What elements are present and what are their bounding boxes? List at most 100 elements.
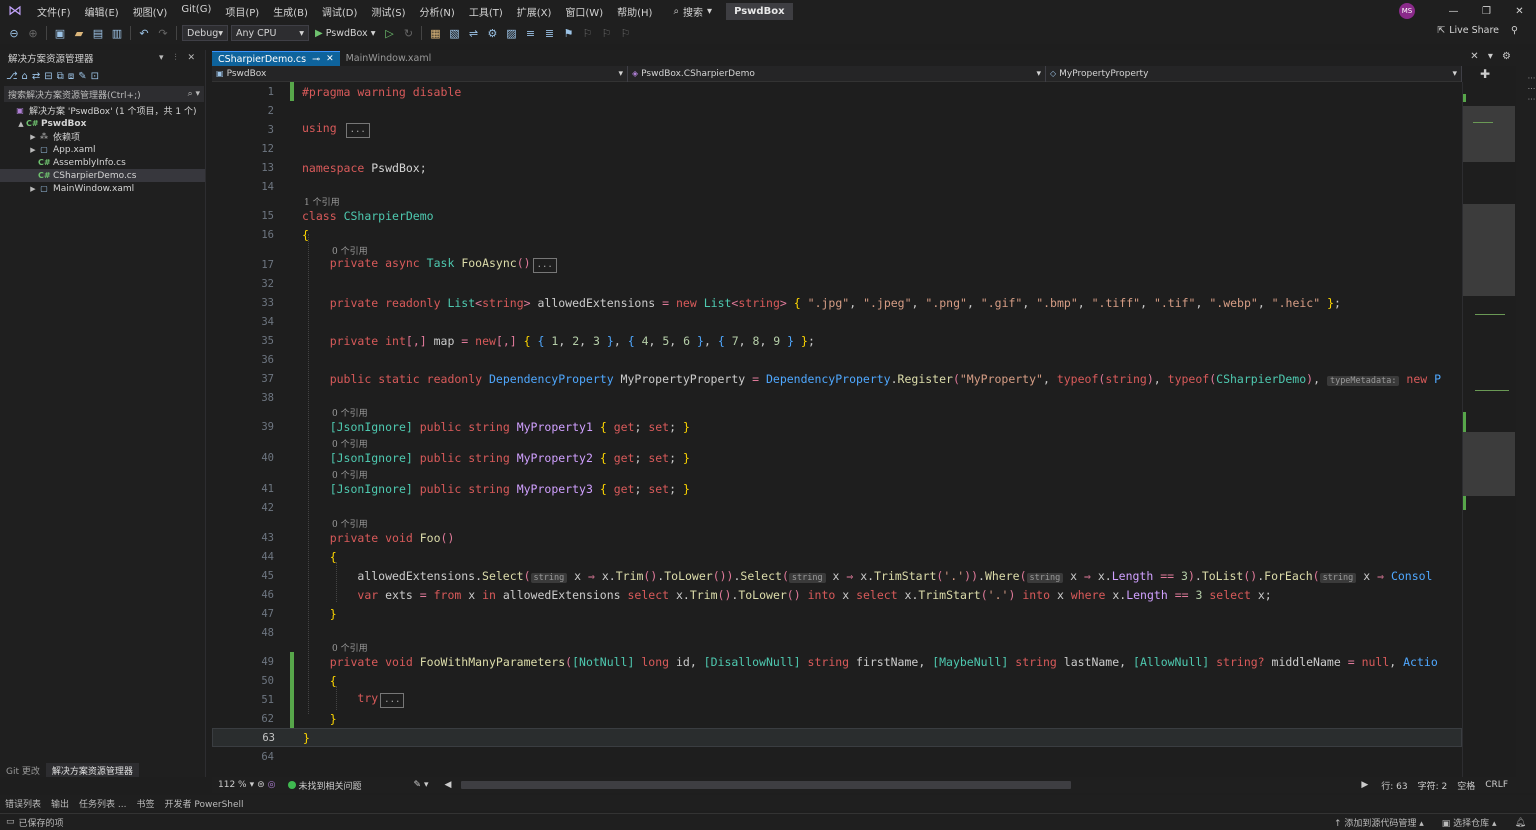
search-box[interactable]: ⌕ 搜索 ▾ xyxy=(665,4,720,19)
code-line[interactable]: 47 } xyxy=(212,604,1462,623)
tab-solution-explorer[interactable]: 解决方案资源管理器 xyxy=(45,763,139,777)
scroll-left-icon[interactable]: ◀ xyxy=(444,780,451,790)
new-project-icon[interactable]: ▣ xyxy=(52,25,68,41)
collapsed-region[interactable]: ... xyxy=(345,123,370,138)
code-line[interactable]: 45 allowedExtensions.Select(string x ⇒ x… xyxy=(212,566,1462,585)
redo-icon[interactable]: ↷ xyxy=(155,25,171,41)
undo-icon[interactable]: ↶ xyxy=(136,25,152,41)
solution-explorer-icon[interactable]: ▦ xyxy=(427,25,443,41)
code-line[interactable]: 36 xyxy=(212,350,1462,369)
code-line[interactable]: 34 xyxy=(212,312,1462,331)
split-window-icon[interactable]: ✚ xyxy=(1480,67,1490,81)
tab-task-list[interactable]: 任务列表 ... xyxy=(74,797,131,810)
zoom-dropdown[interactable]: 112 % ▾ ⊜ ◎ xyxy=(212,780,282,790)
close-icon[interactable]: ✕ xyxy=(1503,6,1536,17)
clear-bookmarks-icon[interactable]: ⚐ xyxy=(617,25,633,41)
menu-item[interactable]: 分析(N) xyxy=(413,4,462,19)
menu-item[interactable]: 工具(T) xyxy=(462,4,510,19)
menu-item[interactable]: 测试(S) xyxy=(364,4,412,19)
code-line[interactable]: 50 { xyxy=(212,671,1462,690)
step-icon[interactable]: ⇌ xyxy=(465,25,481,41)
tab-git-changes[interactable]: Git 更改 xyxy=(0,763,46,777)
menu-item[interactable]: 生成(B) xyxy=(266,4,315,19)
start-without-debugging-icon[interactable]: ▷ xyxy=(381,25,397,41)
menu-item[interactable]: 窗口(W) xyxy=(558,4,610,19)
home-icon[interactable]: ⌂ xyxy=(22,71,28,82)
collapse-all-icon[interactable]: ⊟ xyxy=(44,71,52,82)
code-line[interactable]: 46 var exts = from x in allowedExtension… xyxy=(212,585,1462,604)
prev-bookmark-icon[interactable]: ⚐ xyxy=(579,25,595,41)
tab-csharpierdemo-cs[interactable]: CSharpierDemo.cs ⊸ ✕ xyxy=(212,51,340,66)
tab-mainwindow-xaml[interactable]: MainWindow.xaml xyxy=(340,51,438,66)
solution-search-input[interactable]: 搜索解决方案资源管理器(Ctrl+;) ⌕ ▾ xyxy=(4,86,204,102)
expand-arrow-icon[interactable]: ▶ xyxy=(28,133,38,141)
scroll-right-icon[interactable]: ▶ xyxy=(1361,780,1368,790)
expand-arrow-icon[interactable]: ▶ xyxy=(28,185,38,193)
collapsed-region[interactable]: ... xyxy=(380,693,405,708)
diagnostics-icon[interactable]: ⚙ xyxy=(484,25,500,41)
tab-bookmarks[interactable]: 书签 xyxy=(131,797,159,810)
tree-item[interactable]: ▶ ▢ MainWindow.xaml xyxy=(0,182,205,195)
back-icon[interactable]: ⊖ xyxy=(6,25,22,41)
code-line[interactable]: 40 [JsonIgnore] public string MyProperty… xyxy=(212,448,1462,467)
tab-developer-powershell[interactable]: 开发者 PowerShell xyxy=(160,797,249,810)
uncomment-icon[interactable]: ≣ xyxy=(541,25,557,41)
pin-icon[interactable]: ⊸ xyxy=(312,54,320,65)
add-to-source-control-button[interactable]: ↑ 添加到源代码管理 ▴ xyxy=(1334,816,1424,829)
code-line[interactable]: 15 class CSharpierDemo xyxy=(212,206,1462,225)
tree-item[interactable]: ▶ ▢ App.xaml xyxy=(0,143,205,156)
tree-item[interactable]: ▣ 解决方案 'PswdBox' (1 个项目，共 1 个) xyxy=(0,104,205,117)
copy-icon[interactable]: ⧉ xyxy=(57,71,64,82)
whitespace-indicator[interactable]: 空格 xyxy=(1457,779,1475,792)
code-line[interactable]: 33 private readonly List<string> allowed… xyxy=(212,293,1462,312)
tree-item[interactable]: C# AssemblyInfo.cs xyxy=(0,156,205,169)
preview-icon[interactable]: ⊡ xyxy=(91,71,99,82)
minimize-icon[interactable]: — xyxy=(1437,6,1470,17)
code-line[interactable]: 39 [JsonIgnore] public string MyProperty… xyxy=(212,417,1462,436)
select-repository-button[interactable]: ▣ 选择仓库 ▴ xyxy=(1442,816,1497,829)
live-share-button[interactable]: ⇱ Live Share ⚲ xyxy=(1437,25,1518,36)
tree-item[interactable]: ▶ ⁂ 依赖项 xyxy=(0,130,205,143)
type-dropdown[interactable]: ◈ PswdBox.CSharpierDemo ▾ xyxy=(628,66,1046,82)
code-line[interactable]: 3 using ... xyxy=(212,120,1462,139)
expand-arrow-icon[interactable]: ▲ xyxy=(16,120,26,128)
sync-icon[interactable]: ⇄ xyxy=(32,71,40,82)
code-minimap[interactable] xyxy=(1462,82,1515,777)
tab-output[interactable]: 输出 xyxy=(46,797,74,810)
tree-item[interactable]: C# CSharpierDemo.cs xyxy=(0,169,205,182)
code-line[interactable]: 43 private void Foo() xyxy=(212,528,1462,547)
save-icon[interactable]: ▤ xyxy=(90,25,106,41)
project-dropdown[interactable]: ▣ PswdBox ▾ xyxy=(212,66,628,82)
browser-link-icon[interactable]: ▨ xyxy=(503,25,519,41)
tab-overflow-controls[interactable]: ✕ ▾ ⚙ xyxy=(1470,51,1514,62)
code-line[interactable]: 62 } xyxy=(212,709,1462,728)
code-line[interactable]: 44 { xyxy=(212,547,1462,566)
next-bookmark-icon[interactable]: ⚐ xyxy=(598,25,614,41)
restore-icon[interactable]: ❐ xyxy=(1470,6,1503,17)
menu-item[interactable]: 扩展(X) xyxy=(510,4,559,19)
menu-item[interactable]: 编辑(E) xyxy=(78,4,126,19)
issues-indicator[interactable]: 未找到相关问题 xyxy=(282,779,368,792)
code-line[interactable]: 1 #pragma warning disable xyxy=(212,82,1462,101)
menu-item[interactable]: 调试(D) xyxy=(315,4,365,19)
bookmark-icon[interactable]: ⚑ xyxy=(560,25,576,41)
configuration-dropdown[interactable]: Debug ▾ xyxy=(182,25,228,41)
menu-item[interactable]: 文件(F) xyxy=(30,4,78,19)
menu-item[interactable]: 帮助(H) xyxy=(610,4,659,19)
code-line[interactable]: 42 xyxy=(212,498,1462,517)
code-line[interactable]: 2 xyxy=(212,101,1462,120)
show-all-files-icon[interactable]: ⧈ xyxy=(68,71,74,82)
code-line[interactable]: 51 try... xyxy=(212,690,1462,709)
visual-studio-logo-icon[interactable]: ⋈ xyxy=(0,0,30,22)
code-line[interactable]: 17 private async Task FooAsync()... xyxy=(212,255,1462,274)
copilot-icon[interactable]: ⊜ xyxy=(257,780,265,790)
menu-item[interactable]: 视图(V) xyxy=(126,4,175,19)
member-dropdown[interactable]: ◇ MyPropertyProperty ▾ xyxy=(1046,66,1462,82)
code-cleanup-button[interactable]: ✎ ▾ xyxy=(408,780,435,790)
menu-item[interactable]: Git(G) xyxy=(174,4,218,19)
right-tool-rail[interactable]: ⋮ ⋮ ⋮ xyxy=(1516,66,1536,777)
code-line[interactable]: 35 private int[,] map = new[,] { { 1, 2,… xyxy=(212,331,1462,350)
feedback-icon[interactable]: ⚲ xyxy=(1511,25,1518,36)
avatar[interactable]: MS xyxy=(1399,3,1415,19)
code-line[interactable]: 38 xyxy=(212,388,1462,407)
